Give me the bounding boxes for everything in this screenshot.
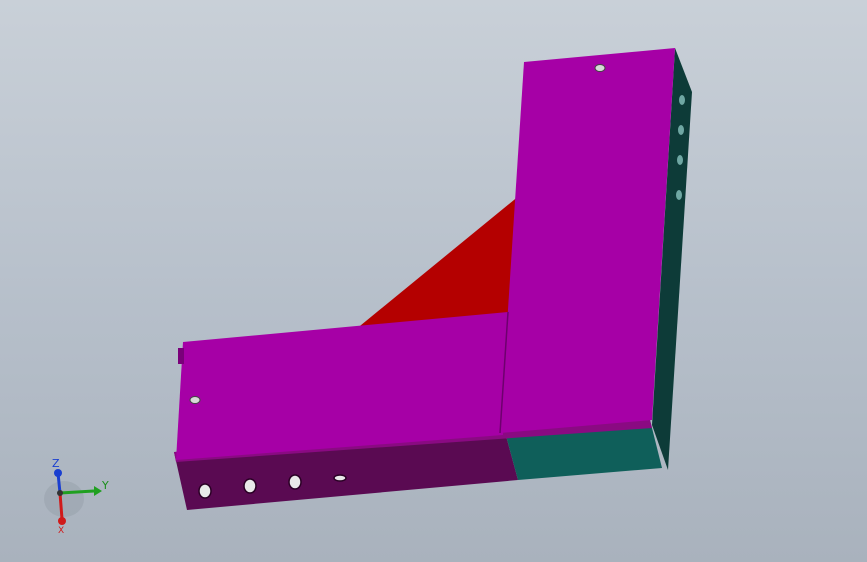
side-slot [678,125,684,135]
cover-hole [189,396,201,404]
gusset-plate [355,195,520,330]
x-axis-icon [58,517,66,525]
3d-viewport[interactable]: Z Y X [0,0,867,562]
y-axis-label: Y [101,479,109,492]
cover-tab [178,348,184,364]
cover-hole [594,64,606,72]
side-slot [677,155,683,165]
x-axis-label: X [58,526,64,535]
horizontal-arm-cover [176,312,508,460]
z-axis-label: Z [52,457,60,470]
z-axis-icon [54,469,62,477]
cable-tray-elbow-model[interactable] [0,0,867,562]
vertical-arm-cover [500,48,675,433]
y-axis-icon [94,486,102,496]
trough-slot [198,483,212,499]
side-slot [676,190,682,200]
side-slot [679,95,685,105]
orientation-triad[interactable]: Z Y X [40,455,110,535]
trough-slot [333,474,347,482]
trough-slot [243,478,257,494]
trough-slot [288,474,302,490]
